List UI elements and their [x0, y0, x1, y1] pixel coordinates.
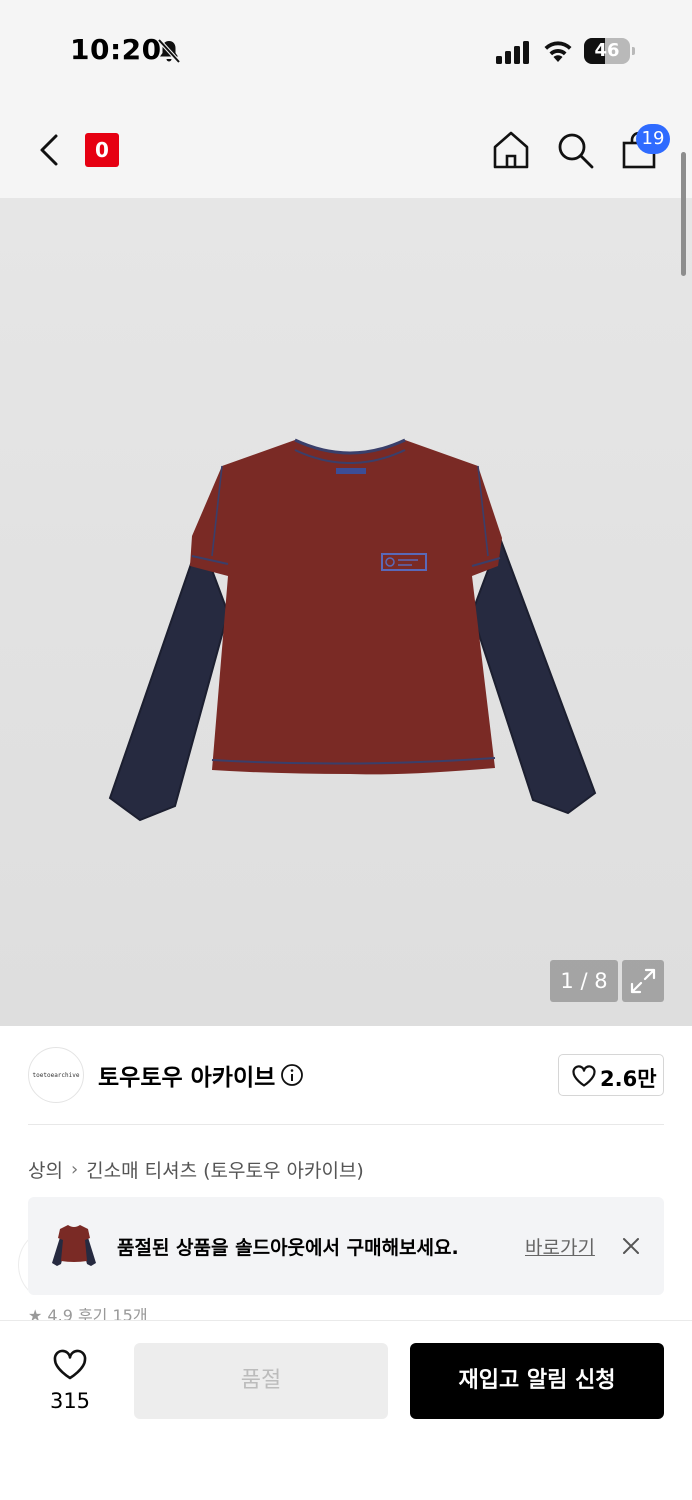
- cellular-signal-icon: [496, 41, 529, 64]
- review-summary-text: ★ 4.9 후기 15개: [28, 1308, 148, 1320]
- wifi-icon: [544, 41, 572, 62]
- heart-icon: [53, 1349, 87, 1380]
- close-icon[interactable]: [620, 1235, 642, 1257]
- wishlist-button[interactable]: 315: [40, 1343, 100, 1423]
- scrollbar: [681, 152, 686, 276]
- status-time: 10:20: [70, 33, 162, 66]
- left-sleeve: [108, 535, 230, 822]
- heart-icon: [572, 1065, 596, 1087]
- breadcrumb-category[interactable]: 상의: [28, 1156, 63, 1183]
- status-bar: 10:20 46: [0, 0, 692, 100]
- breadcrumb-subcategory[interactable]: 긴소매 티셔츠 (토우토우 아카이브): [86, 1156, 364, 1183]
- breadcrumb: 상의 › 긴소매 티셔츠 (토우토우 아카이브): [28, 1156, 364, 1183]
- store-logo[interactable]: 0: [85, 133, 119, 167]
- product-image-gallery[interactable]: 1 / 8: [0, 198, 692, 1026]
- image-counter: 1 / 8: [550, 960, 618, 1002]
- bottom-action-bar: 315 품절 재입고 알림 신청: [0, 1320, 692, 1500]
- product-image: [108, 438, 597, 822]
- right-sleeve: [470, 535, 597, 815]
- banner-message: 품절된 상품을 솔드아웃에서 구매해보세요.: [117, 1237, 459, 1259]
- chevron-right-icon: ›: [70, 1159, 79, 1180]
- back-arrow-icon[interactable]: [30, 128, 70, 172]
- info-icon[interactable]: [280, 1063, 304, 1087]
- divider: [28, 1124, 664, 1125]
- banner-go-link[interactable]: 바로가기: [525, 1233, 595, 1260]
- review-summary-peek: ★ 4.9 후기 15개: [28, 1308, 228, 1320]
- search-icon[interactable]: [554, 129, 596, 171]
- battery-indicator: 46: [584, 38, 636, 64]
- brand-avatar[interactable]: toetoearchive: [28, 1047, 84, 1103]
- soldout-banner: 품절된 상품을 솔드아웃에서 구매해보세요. 바로가기: [28, 1197, 664, 1295]
- top-navigation: 0: [0, 100, 692, 198]
- home-icon[interactable]: [490, 129, 532, 171]
- banner-product-thumbnail: [52, 1225, 96, 1266]
- battery-level: 46: [594, 40, 620, 61]
- brand-name[interactable]: 토우토우 아카이브: [98, 1058, 275, 1092]
- soldout-button[interactable]: 품절: [134, 1343, 388, 1419]
- shirt-body: [190, 440, 502, 775]
- restock-alert-button[interactable]: 재입고 알림 신청: [410, 1343, 664, 1419]
- wishlist-count: 315: [49, 1389, 91, 1413]
- brand-like-count: 2.6만: [600, 1067, 657, 1091]
- expand-icon[interactable]: [622, 960, 664, 1002]
- cart-count-badge: 19: [636, 124, 670, 154]
- bell-muted-icon: [157, 38, 181, 64]
- brand-like-button[interactable]: 2.6만: [558, 1054, 664, 1096]
